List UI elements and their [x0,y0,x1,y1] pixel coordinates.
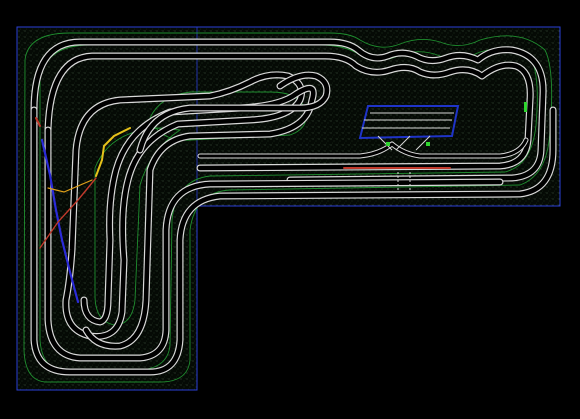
track-plan-diagram [16,26,561,391]
switch-marker-right [524,102,527,112]
switch-marker-yard [386,142,390,146]
switch-marker-yard-2 [426,142,430,146]
